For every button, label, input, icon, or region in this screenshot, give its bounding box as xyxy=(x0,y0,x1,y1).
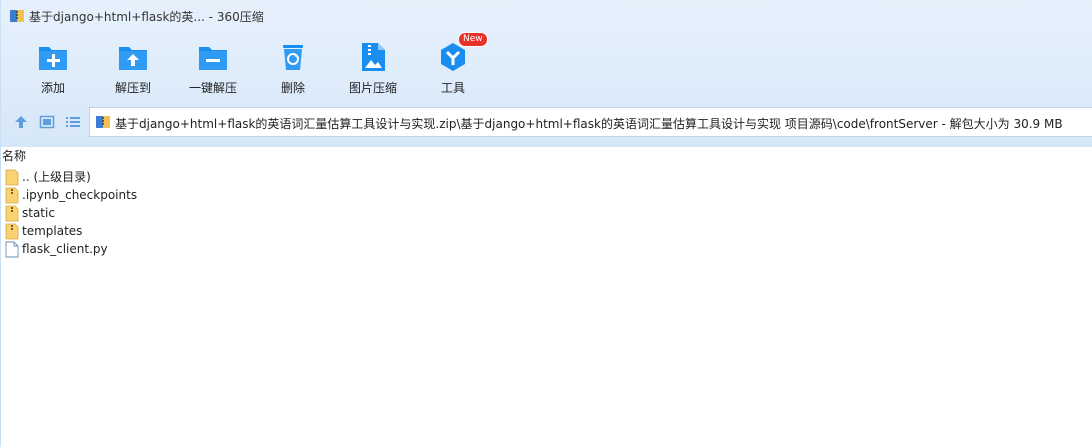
archive-icon xyxy=(10,10,24,22)
item-name: static xyxy=(22,206,55,220)
address-path: 基于django+html+flask的英语词汇量估算工具设计与实现.zip\基… xyxy=(115,117,1063,131)
app-window: 基于django+html+flask的英... - 360压缩 添加 解压到 xyxy=(0,0,1092,447)
image-compress-icon xyxy=(362,43,385,71)
add-label: 添加 xyxy=(40,81,65,95)
zip-folder-icon xyxy=(5,223,19,240)
add-folder-icon xyxy=(39,47,67,70)
zip-folder-icon xyxy=(5,187,19,204)
list-item-parent-dir[interactable]: .. (上级目录) xyxy=(4,168,604,186)
column-header-name[interactable]: 名称 xyxy=(1,147,1092,165)
tools-button[interactable]: New 工具 xyxy=(413,32,493,100)
up-arrow-icon[interactable] xyxy=(13,114,29,130)
navigation-row: 基于django+html+flask的英语词汇量估算工具设计与实现.zip\基… xyxy=(1,104,1092,140)
recycle-bin-icon xyxy=(283,45,303,70)
extract-to-icon xyxy=(119,47,147,70)
delete-label: 删除 xyxy=(280,81,305,95)
list-item[interactable]: flask_client.py xyxy=(4,240,604,258)
one-click-extract-label: 一键解压 xyxy=(188,81,237,95)
archive-icon xyxy=(96,116,110,128)
list-item[interactable]: .ipynb_checkpoints xyxy=(4,186,604,204)
tools-label: 工具 xyxy=(440,81,465,95)
top-area: 基于django+html+flask的英... - 360压缩 添加 解压到 xyxy=(1,0,1092,147)
address-bar[interactable]: 基于django+html+flask的英语词汇量估算工具设计与实现.zip\基… xyxy=(89,107,1092,137)
list-view-icon[interactable] xyxy=(65,114,81,130)
one-click-extract-button[interactable]: 一键解压 xyxy=(173,36,253,100)
thumbnail-view-icon[interactable] xyxy=(39,114,55,130)
image-compress-button[interactable]: 图片压缩 xyxy=(333,36,413,100)
extract-to-label: 解压到 xyxy=(114,81,151,95)
item-name: templates xyxy=(22,224,83,238)
zip-folder-icon xyxy=(5,205,19,222)
folder-icon xyxy=(5,169,19,186)
item-name: flask_client.py xyxy=(22,242,108,256)
add-button[interactable]: 添加 xyxy=(13,36,93,100)
image-compress-label: 图片压缩 xyxy=(348,81,397,95)
window-title: 基于django+html+flask的英... - 360压缩 xyxy=(29,10,264,24)
title-bar[interactable]: 基于django+html+flask的英... - 360压缩 xyxy=(1,0,1092,32)
list-item[interactable]: static xyxy=(4,204,604,222)
file-icon xyxy=(5,241,19,258)
file-list: .. (上级目录) .ipynb_checkpoints static temp… xyxy=(4,168,604,258)
toolbar: 添加 解压到 一键解压 删除 图片压缩 New 工具 xyxy=(1,32,521,100)
item-name: .. (上级目录) xyxy=(22,170,91,184)
list-item[interactable]: templates xyxy=(4,222,604,240)
delete-button[interactable]: 删除 xyxy=(253,36,333,100)
one-click-extract-icon xyxy=(199,47,227,70)
extract-to-button[interactable]: 解压到 xyxy=(93,36,173,100)
item-name: .ipynb_checkpoints xyxy=(22,188,138,202)
new-badge: New xyxy=(458,32,488,47)
